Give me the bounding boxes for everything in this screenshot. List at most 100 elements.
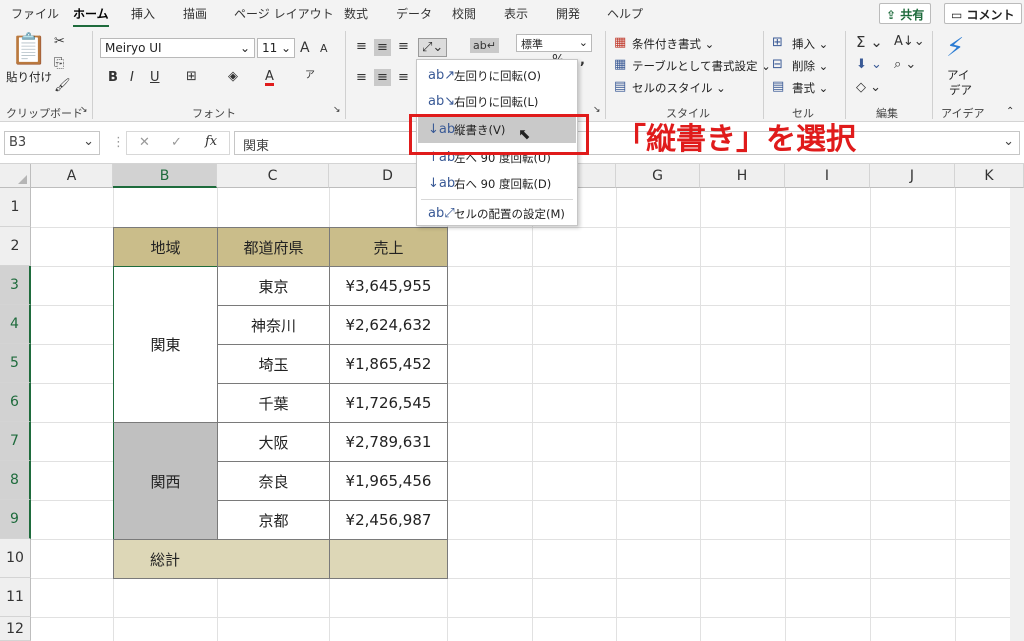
tab-file[interactable]: ファイル [11,5,59,22]
menu-item-rotate-cw[interactable]: ab↘ 右回りに回転(L) [418,89,576,115]
shrink-font-button[interactable]: A [320,43,328,54]
row-header-5[interactable]: 5 [0,344,31,383]
autosum-icon[interactable]: Σ ⌄ [856,35,883,50]
row-header-6[interactable]: 6 [0,383,31,422]
tab-developer[interactable]: 開発 [556,5,580,22]
table-cell-prefecture[interactable]: 千葉 [217,383,330,423]
row-header-3[interactable]: 3 [0,266,31,305]
clear-icon[interactable]: ◇ ⌄ [856,81,881,94]
column-header-c[interactable]: C [217,164,329,188]
wrap-text-icon[interactable]: ab↵ [470,38,499,53]
table-cell-prefecture[interactable]: 奈良 [217,461,330,501]
font-name-select[interactable]: Meiryo UI ⌄ [100,38,255,58]
borders-icon[interactable]: ⊞ [186,70,197,83]
confirm-icon[interactable]: ✓ [171,136,182,149]
table-cell-sales[interactable]: ¥2,624,632 [329,305,448,345]
table-format-button[interactable]: テーブルとして書式設定 ⌄ [632,58,771,74]
column-header-i[interactable]: I [785,164,870,188]
row-header-1[interactable]: 1 [0,188,31,227]
tab-insert[interactable]: 挿入 [131,5,155,22]
paste-icon[interactable]: 📋 [10,35,47,65]
row-header-7[interactable]: 7 [0,422,31,461]
comma-icon[interactable]: , [580,54,585,67]
column-header-b[interactable]: B [113,164,217,188]
total-label-cell[interactable]: 総計 [113,539,330,579]
row-header-2[interactable]: 2 [0,227,31,266]
table-header-prefecture[interactable]: 都道府県 [217,227,330,267]
name-box[interactable]: B3 ⌄ [4,131,100,155]
find-icon[interactable]: ⌕ ⌄ [894,58,916,71]
align-center-icon[interactable]: ≡ [374,69,391,86]
table-header-region[interactable]: 地域 [113,227,218,267]
dialog-launcher-icon[interactable]: ↘ [333,106,341,115]
tab-review[interactable]: 校閲 [452,5,476,22]
copy-icon[interactable]: ⎘ [54,57,64,70]
align-middle-icon[interactable]: ≡ [374,39,391,56]
table-cell-sales[interactable]: ¥3,645,955 [329,266,448,306]
align-left-icon[interactable]: ≡ [356,71,367,84]
tab-data[interactable]: データ [396,5,432,22]
number-format-select[interactable]: 標準 ⌄ [516,34,592,52]
table-cell-sales[interactable]: ¥1,865,452 [329,344,448,384]
table-cell-sales[interactable]: ¥1,965,456 [329,461,448,501]
conditional-format-button[interactable]: 条件付き書式 ⌄ [632,36,714,52]
row-header-9[interactable]: 9 [0,500,31,539]
align-bottom-icon[interactable]: ≡ [398,40,409,53]
collapse-ribbon-icon[interactable]: ⌃ [1006,107,1014,117]
paste-label[interactable]: 貼り付け [6,69,52,85]
underline-button[interactable]: U [150,71,160,84]
menu-item-format-alignment[interactable]: ab⤢ セルの配置の設定(M) [418,201,576,227]
sort-filter-icon[interactable]: A↓⌄ [894,35,925,48]
table-cell-sales[interactable]: ¥1,726,545 [329,383,448,423]
tab-page-layout[interactable]: ページ レイアウト [234,5,334,22]
column-header-a[interactable]: A [31,164,113,188]
cancel-icon[interactable]: ✕ [139,136,150,149]
tab-draw[interactable]: 描画 [183,5,207,22]
column-header-j[interactable]: J [870,164,955,188]
total-value-cell[interactable] [329,539,448,579]
region-cell-kanto[interactable]: 関東 [113,266,218,423]
table-cell-prefecture[interactable]: 埼玉 [217,344,330,384]
format-cells-button[interactable]: 書式 ⌄ [792,80,828,96]
table-cell-prefecture[interactable]: 神奈川 [217,305,330,345]
tab-view[interactable]: 表示 [504,5,528,22]
table-cell-sales[interactable]: ¥2,456,987 [329,500,448,540]
row-header-4[interactable]: 4 [0,305,31,344]
table-cell-sales[interactable]: ¥2,789,631 [329,422,448,462]
table-cell-prefecture[interactable]: 大阪 [217,422,330,462]
row-header-8[interactable]: 8 [0,461,31,500]
font-size-select[interactable]: 11 ⌄ [257,38,295,58]
font-color-button[interactable]: A [265,70,274,86]
delete-cells-button[interactable]: 削除 ⌄ [792,58,828,74]
align-right-icon[interactable]: ≡ [398,71,409,84]
column-header-g[interactable]: G [616,164,700,188]
row-header-11[interactable]: 11 [0,578,31,617]
comment-button[interactable]: ▭ コメント [944,3,1022,24]
region-cell-kansai[interactable]: 関西 [113,422,218,540]
select-all-corner[interactable] [0,164,31,188]
orientation-icon[interactable]: ⤢⌄ [418,38,448,57]
table-cell-prefecture[interactable]: 東京 [217,266,330,306]
fill-icon[interactable]: ⬇ ⌄ [856,58,882,71]
fill-color-icon[interactable]: ◈ [228,70,238,83]
tab-home[interactable]: ホーム [73,5,109,28]
column-header-k[interactable]: K [955,164,1024,188]
tab-formulas[interactable]: 数式 [344,5,368,22]
menu-item-rotate-down[interactable]: ↓ab 右へ 90 度回転(D) [418,171,576,197]
ideas-label[interactable]: アイ [947,67,969,83]
grow-font-button[interactable]: A [300,41,310,55]
table-cell-prefecture[interactable]: 京都 [217,500,330,540]
row-header-10[interactable]: 10 [0,539,31,578]
dialog-launcher-icon[interactable]: ↘ [593,106,601,115]
menu-item-rotate-ccw[interactable]: ab↗ 左回りに回転(O) [418,63,576,89]
column-header-h[interactable]: H [700,164,785,188]
table-header-sales[interactable]: 売上 [329,227,448,267]
phonetic-button[interactable]: ア [305,71,315,81]
row-header-12[interactable]: 12 [0,617,31,641]
bold-button[interactable]: B [108,71,118,84]
insert-function-button[interactable]: fx [205,135,217,148]
share-button[interactable]: ⇪ 共有 [879,3,932,24]
dialog-launcher-icon[interactable]: ↘ [80,106,88,115]
format-painter-icon[interactable]: 🖌 [54,79,71,92]
ideas-icon[interactable]: ⚡ [946,35,964,61]
